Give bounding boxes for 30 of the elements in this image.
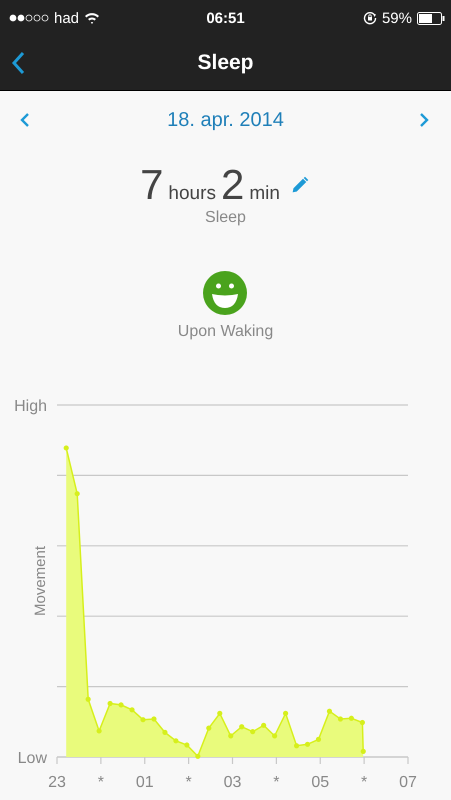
x-tick-label: 07 xyxy=(399,774,417,791)
carrier-name: had xyxy=(54,10,80,26)
x-tick-label: * xyxy=(273,774,280,791)
battery-percent: 59% xyxy=(382,10,412,26)
x-tick-label: 01 xyxy=(136,774,154,791)
mood-label: Upon Waking xyxy=(178,323,274,341)
x-tick-label: * xyxy=(361,774,368,791)
wifi-icon xyxy=(84,12,100,24)
x-tick-label: 03 xyxy=(224,774,242,791)
status-time: 06:51 xyxy=(206,10,245,26)
x-tick-label: * xyxy=(98,774,104,791)
y-tick-label: High xyxy=(14,398,47,415)
rotation-lock-icon xyxy=(362,11,377,25)
x-tick-label: 05 xyxy=(311,774,330,791)
x-tick-label: * xyxy=(186,774,192,791)
minutes-value: 2 xyxy=(220,161,244,209)
screen-title: Sleep xyxy=(197,51,254,75)
y-axis-label: Movement xyxy=(32,546,49,616)
sleep-label: Sleep xyxy=(205,209,246,227)
previous-day-button[interactable] xyxy=(20,111,32,129)
battery-icon xyxy=(417,12,445,24)
date-label: 18. apr. 2014 xyxy=(167,108,284,132)
signal-icon xyxy=(9,14,49,22)
hours-unit: hours xyxy=(168,183,216,205)
hours-value: 7 xyxy=(140,161,164,209)
smiley-icon xyxy=(203,271,248,315)
x-tick-label: 23 xyxy=(48,774,66,791)
y-tick-label: Low xyxy=(18,750,47,767)
next-day-button[interactable] xyxy=(419,111,431,129)
minutes-unit: min xyxy=(249,183,280,205)
